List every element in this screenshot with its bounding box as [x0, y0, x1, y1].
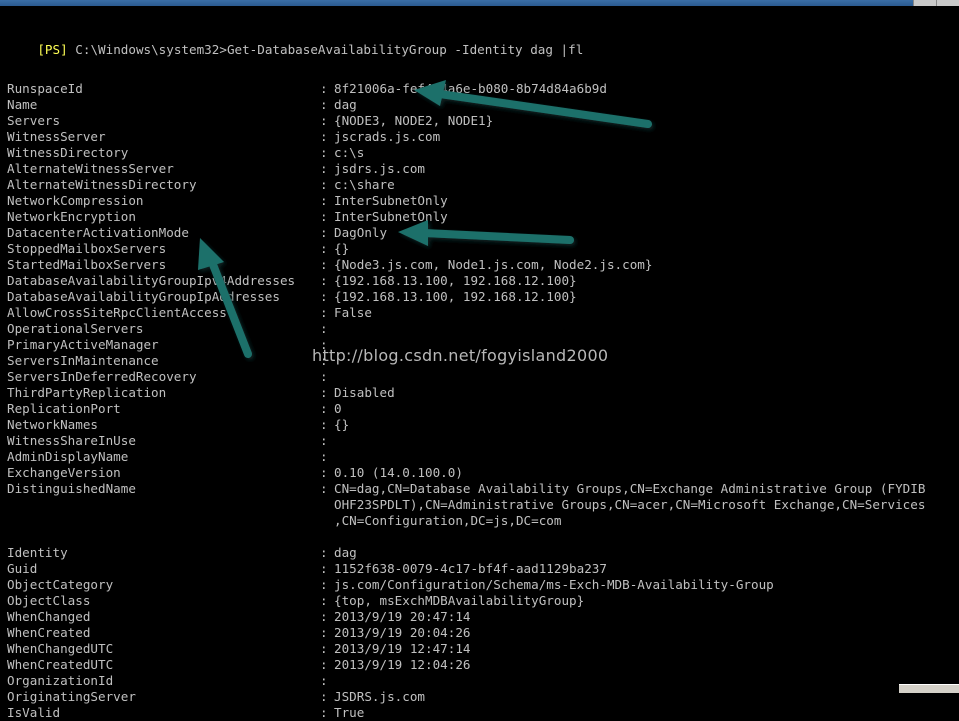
property-separator: : [320, 705, 328, 720]
property-row: IsValid: True [0, 705, 959, 721]
annotation-arrows [198, 80, 652, 358]
arrow-to-dagonly [398, 220, 574, 246]
property-value: True [334, 705, 365, 720]
property-name: IsValid [7, 705, 61, 720]
arrow-to-datacenteractivationmode [198, 238, 252, 358]
scrollbar-corner[interactable] [899, 684, 959, 693]
arrow-to-name [414, 80, 652, 128]
